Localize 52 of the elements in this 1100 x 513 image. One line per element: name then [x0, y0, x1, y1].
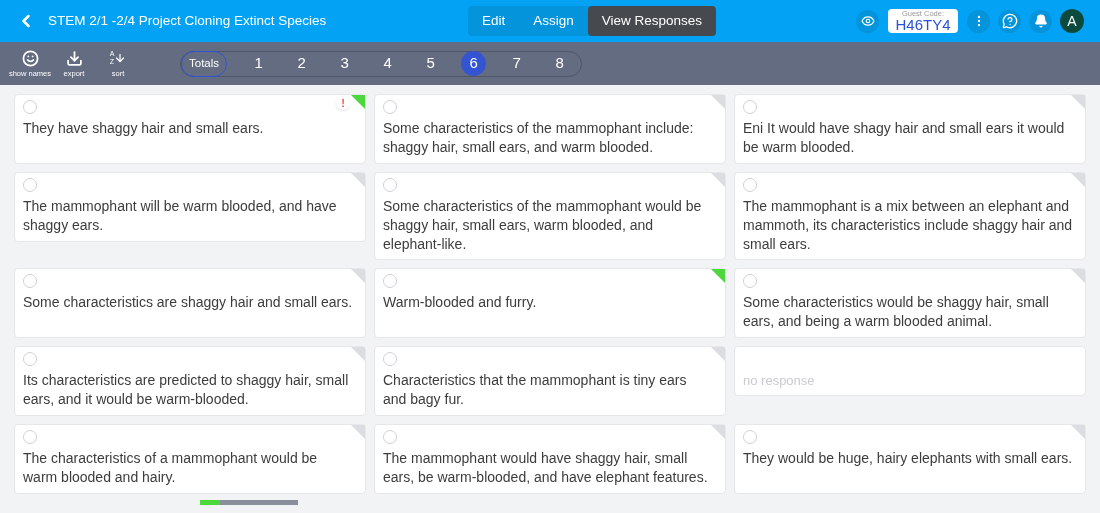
response-card[interactable]: They would be huge, hairy elephants with small ears. [734, 424, 1086, 494]
sort-arrow-icon [114, 52, 127, 65]
more-button[interactable] [967, 9, 990, 33]
response-card[interactable]: Eni It would have shagy hair and small ears it would be warm blooded. [734, 94, 1086, 164]
response-card[interactable]: Characteristics that the mammophant is tiny ears and bagy fur. [374, 346, 726, 416]
question-tab[interactable]: 7 [504, 51, 530, 76]
help-icon [1001, 13, 1018, 29]
response-card[interactable]: ! They have shaggy hair and small ears. [14, 94, 366, 164]
corner-flag[interactable] [351, 95, 365, 109]
alert-badge: ! [336, 96, 350, 110]
response-card[interactable]: The mammophant is a mix between an elephant and mammoth, its characteristics include shaggy hair and small ears. [734, 172, 1086, 260]
response-text: Some characteristics would be shaggy hair, small ears, and being a warm blooded animal. [743, 293, 1050, 331]
response-text: They have shaggy hair and small ears. [23, 119, 265, 138]
response-text: Eni It would have shagy hair and small ears it would be warm blooded. [743, 119, 1066, 157]
response-card[interactable]: The characteristics of a mammophant would be warm blooded and hairy. [14, 424, 366, 494]
response-text: The mammophant is a mix between an elephant and mammoth, its characteristics include shaggy hair and small ears. [743, 197, 1074, 254]
response-text: Some characteristics of the mammophant would be shaggy hair, small ears, warm blooded, and elephant-like. [383, 197, 703, 254]
response-card[interactable]: Some characteristics are shaggy hair and small ears. [14, 268, 366, 338]
response-card[interactable]: The mammophant would have shaggy hair, small ears, be warm-blooded, and have elephant features. [374, 424, 726, 494]
response-text: The mammophant will be warm blooded, and have shaggy ears. [23, 197, 338, 235]
response-card[interactable]: The mammophant will be warm blooded, and have shaggy ears. [14, 172, 366, 242]
help-button[interactable] [998, 9, 1021, 33]
preview-button[interactable] [856, 9, 879, 33]
response-text: Its characteristics are predicted to shaggy hair, small ears, and it would be warm-blooded. [23, 371, 350, 409]
response-card[interactable]: Warm-blooded and furry. [374, 268, 726, 338]
guest-code: H46TY4 [895, 17, 951, 33]
response-text: Characteristics that the mammophant is tiny ears and bagy fur. [383, 371, 688, 409]
question-tab[interactable]: 5 [418, 51, 444, 76]
response-card[interactable]: Some characteristics of the mammophant would be shaggy hair, small ears, warm blooded, and elephant-like. [374, 172, 726, 260]
response-text: Some characteristics are shaggy hair and small ears. [23, 293, 354, 312]
bell-icon [1033, 14, 1048, 28]
response-text: The characteristics of a mammophant would be warm blooded and hairy. [23, 449, 319, 487]
face-icon [21, 49, 39, 67]
question-tab[interactable]: 1 [246, 51, 272, 76]
avatar[interactable]: A [1060, 9, 1084, 33]
question-tab[interactable]: 6 [461, 51, 487, 76]
download-icon [65, 49, 83, 67]
response-text: Warm-blooded and furry. [383, 293, 538, 312]
assignment-title: STEM 2/1 -2/4 Project Cloning Extinct Species [48, 11, 328, 30]
eye-icon [860, 14, 875, 28]
question-tab[interactable]: 3 [332, 51, 358, 76]
response-card[interactable]: Some characteristics of the mammophant include: shaggy hair, small ears, and warm blooded. [374, 94, 726, 164]
question-tab[interactable]: 8 [547, 51, 573, 76]
question-tab[interactable]: 2 [289, 51, 315, 76]
mode-tab[interactable]: View Responses [587, 6, 717, 36]
notifications-button[interactable] [1029, 9, 1052, 33]
response-card[interactable]: Some characteristics would be shaggy hair, small ears, and being a warm blooded animal. [734, 268, 1086, 338]
response-card[interactable]: Its characteristics are predicted to shaggy hair, small ears, and it would be warm-blooded. [14, 346, 366, 416]
response-text: The mammophant would have shaggy hair, small ears, be warm-blooded, and have elephant features. [383, 449, 709, 487]
response-text: They would be huge, hairy elephants with small ears. [743, 449, 1074, 468]
question-tab[interactable]: 4 [375, 51, 401, 76]
response-text: Some characteristics of the mammophant include: shaggy hair, small ears, and warm blooded. [383, 119, 695, 157]
